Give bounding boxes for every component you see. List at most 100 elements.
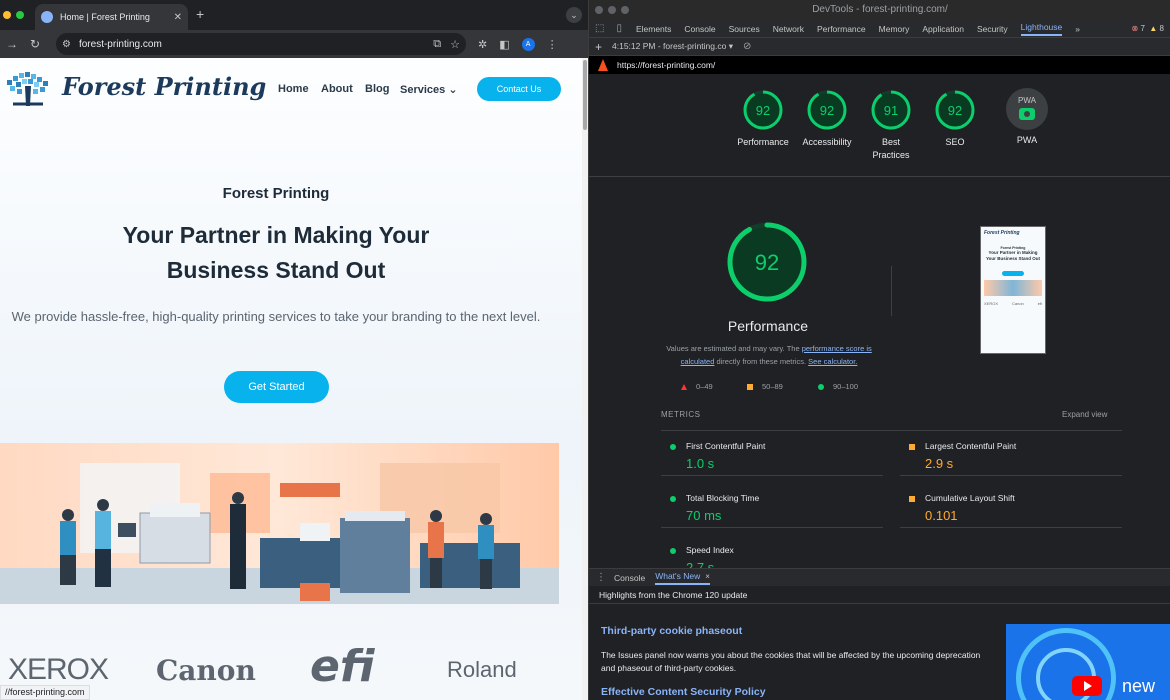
get-started-button[interactable]: Get Started (224, 371, 329, 403)
new-tab-icon[interactable]: + (196, 6, 204, 22)
category-label: Accessibility (802, 137, 852, 147)
nav-about[interactable]: About (321, 83, 353, 95)
reload-icon[interactable]: ↻ (30, 37, 48, 51)
legend-pass: 90–100 (818, 382, 858, 391)
metric-name: Largest Contentful Paint (925, 441, 1017, 451)
chevron-down-icon: ⌄ (448, 84, 458, 96)
warning-count: 8 (1159, 24, 1164, 33)
category-gauge[interactable]: 92 SEO (925, 88, 985, 149)
metric-item: Cumulative Layout Shift 0.101 (900, 484, 1122, 528)
legend-average: 50–89 (747, 382, 783, 391)
tab-strip: Home | Forest Printing ✕ + ⌄ (0, 0, 588, 30)
thumb-brands: XEROX Canon efi (984, 301, 1042, 306)
site-info-icon[interactable]: ⚙ (62, 39, 71, 50)
tab-security[interactable]: Security (977, 24, 1008, 34)
nav-services[interactable]: Services ⌄ (400, 83, 458, 96)
drawer-tab-whats-new[interactable]: What's New × (655, 571, 710, 585)
tab-sources[interactable]: Sources (729, 24, 760, 34)
category-score-gauge: 92 (807, 90, 847, 130)
hero-title-line1: Your Partner in Making Your (122, 222, 430, 248)
scrollbar-thumb[interactable] (583, 60, 587, 130)
metric-value: 1.0 s (686, 456, 715, 471)
tab-performance[interactable]: Performance (817, 24, 866, 34)
browser-menu-icon[interactable]: ⋮ (547, 38, 558, 51)
browser-tab[interactable]: Home | Forest Printing ✕ (35, 4, 188, 30)
tab-search-chevron-icon[interactable]: ⌄ (566, 7, 582, 23)
metrics-rule (661, 430, 1122, 431)
devtools-window: DevTools - forest-printing.com/ ⬚ ▯ Elem… (588, 0, 1170, 700)
metric-item: Total Blocking Time 70 ms (661, 484, 883, 528)
lighthouse-report: 92 Performance 92 Accessibility 91 Best Pract… (589, 74, 1170, 568)
tab-application[interactable]: Application (922, 24, 964, 34)
news-item-title[interactable]: Effective Content Security Policy (601, 686, 766, 698)
tab-elements[interactable]: Elements (636, 24, 671, 34)
roland-logo: Roland (447, 657, 517, 682)
nav-home[interactable]: Home (278, 83, 309, 95)
profile-avatar[interactable]: A (521, 37, 535, 51)
browser-toolbar: → ↻ ⚙ forest-printing.com ⧉ ☆ ✲ ◧ A ⋮ (0, 30, 588, 58)
issue-counters[interactable]: ⊗ 7 ▲ 8 (1132, 24, 1164, 33)
legend-average-range: 50–89 (762, 382, 783, 391)
category-gauge[interactable]: 92 Performance (733, 88, 793, 149)
new-report-icon[interactable]: + (595, 40, 602, 54)
drawer-menu-icon[interactable]: ⋮ (596, 572, 606, 583)
category-label: SEO (945, 137, 965, 147)
category-score-value: 92 (948, 103, 962, 118)
address-bar[interactable]: ⚙ forest-printing.com ⧉ ☆ (56, 33, 466, 55)
metric-value: 2.7 s (686, 560, 715, 568)
whats-new-video-thumbnail[interactable]: new (1006, 624, 1170, 700)
thumb-cta (1002, 271, 1024, 276)
performance-title: Performance (727, 318, 809, 334)
close-tab-icon[interactable]: ✕ (174, 12, 182, 23)
clear-reports-icon[interactable]: ⊘ (743, 41, 751, 52)
more-tabs-icon[interactable]: » (1075, 24, 1080, 34)
pwa-label: PWA (1016, 135, 1038, 145)
report-url[interactable]: https://forest-printing.com/ (617, 60, 715, 70)
performance-score-value: 92 (755, 250, 779, 275)
close-drawer-tab-icon[interactable]: × (705, 572, 710, 581)
category-score-gauge: 92 (743, 90, 783, 130)
address-bar-url[interactable]: forest-printing.com (79, 39, 424, 50)
extensions-icon[interactable]: ✲ (478, 38, 487, 51)
metric-item: First Contentful Paint 1.0 s (661, 432, 883, 476)
brand-logos: XEROX Canon efi Roland (0, 623, 582, 693)
tree-logo-icon (7, 72, 48, 106)
performance-score-gauge: 92 (727, 222, 807, 302)
tab-network[interactable]: Network (773, 24, 804, 34)
zoom-button[interactable] (16, 11, 24, 19)
metrics-heading: METRICS (661, 410, 701, 419)
metric-status-icon (670, 444, 676, 450)
side-panel-icon[interactable]: ◧ (499, 38, 509, 51)
inspect-element-icon[interactable]: ⬚ (595, 23, 604, 34)
hero-title: Your Partner in Making Your Business Sta… (0, 218, 552, 288)
youtube-play-icon[interactable] (1072, 676, 1102, 696)
contact-us-button[interactable]: Contact Us (477, 77, 561, 101)
metric-value: 70 ms (686, 508, 722, 523)
report-selector[interactable]: 4:15:12 PM - forest-printing.co ▾ (612, 41, 733, 52)
page-screenshot-thumbnail[interactable]: Forest Printing Forest Printing Your Par… (980, 226, 1046, 354)
category-gauge[interactable]: 92 Accessibility (797, 88, 857, 149)
status-bar-url: //forest-printing.com (0, 685, 90, 700)
category-gauge[interactable]: 91 Best Practices (861, 88, 921, 162)
nav-blog[interactable]: Blog (365, 83, 389, 95)
drawer-tab-console[interactable]: Console (614, 573, 645, 583)
expand-view-button[interactable]: Expand view (1062, 410, 1107, 419)
metric-status-icon (909, 444, 915, 450)
metric-item: Largest Contentful Paint 2.9 s (900, 432, 1122, 476)
metric-value: 0.101 (925, 508, 958, 523)
site-logo-text[interactable]: Forest Printing (62, 72, 266, 101)
see-calculator-link[interactable]: See calculator. (808, 357, 857, 366)
bookmark-star-icon[interactable]: ☆ (450, 38, 460, 51)
news-item-title[interactable]: Third-party cookie phaseout (601, 625, 742, 637)
tab-console[interactable]: Console (684, 24, 715, 34)
category-score-value: 91 (884, 103, 898, 118)
install-app-icon[interactable]: ⧉ (433, 38, 441, 51)
error-icon: ⊗ (1131, 24, 1139, 33)
minimize-button[interactable] (3, 11, 11, 19)
device-toolbar-icon[interactable]: ▯ (616, 23, 622, 34)
forward-icon[interactable]: → (6, 37, 24, 51)
tab-memory[interactable]: Memory (879, 24, 910, 34)
pwa-gauge[interactable]: PWA PWA (997, 88, 1057, 147)
pwa-badge-icon: PWA (1006, 88, 1048, 130)
tab-lighthouse[interactable]: Lighthouse (1020, 22, 1063, 36)
